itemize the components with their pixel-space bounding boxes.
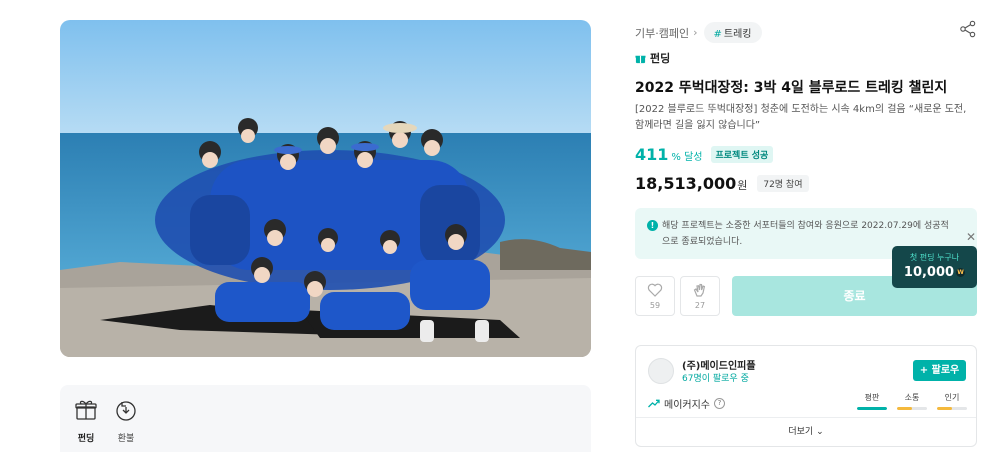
help-icon[interactable]: ?	[714, 398, 725, 409]
metric-label: 평판	[864, 393, 880, 402]
achievement-rate: 411 % 달성 프로젝트 성공	[635, 145, 774, 165]
project-type-label: 펀딩	[650, 52, 671, 65]
gift-icon	[635, 55, 646, 63]
more-label: 더보기	[788, 427, 814, 437]
heart-icon	[647, 283, 663, 297]
funding-amount: 18,513,000 원 72명 참여	[635, 174, 809, 194]
coin-icon: W	[956, 268, 966, 277]
metric-bar	[937, 407, 967, 410]
project-title: 2022 뚜벅대장정: 3박 4일 블루로드 트레킹 챌린지	[635, 80, 948, 96]
maker-card: (주)메이드인피플 67명이 팔로우 중 + 팔로우 메이커지수 ? 평판 소통…	[635, 345, 977, 447]
like-count: 59	[649, 301, 661, 310]
metric-popularity: 인기	[937, 392, 967, 410]
metric-fill	[897, 407, 912, 410]
cheer-count: 27	[694, 301, 706, 310]
clap-icon	[693, 283, 706, 297]
tag-pill[interactable]: # 트레킹	[703, 22, 762, 43]
gift-icon	[74, 398, 98, 422]
cheer-button[interactable]: 27	[680, 276, 720, 316]
metric-fill	[857, 407, 887, 410]
avatar[interactable]	[648, 358, 674, 384]
info-icon: !	[647, 220, 658, 231]
hash-icon: #	[713, 29, 722, 40]
status-badge: 프로젝트 성공	[710, 146, 774, 163]
achievement-rate-unit: % 달성	[671, 152, 703, 163]
chevron-down-icon: ⌄	[813, 427, 824, 437]
maker-index: 메이커지수 ?	[648, 396, 725, 411]
first-funding-amount: 10,000	[903, 265, 955, 280]
close-icon[interactable]: ✕	[966, 230, 976, 244]
tab-funding-label: 펀딩	[77, 434, 95, 444]
share-icon[interactable]	[959, 20, 977, 38]
project-hero-image	[60, 20, 591, 357]
achievement-rate-value: 411	[635, 145, 669, 164]
first-funding-tooltip[interactable]: 첫 펀딩 누구나 10,000 W	[892, 246, 977, 288]
metric-fill	[937, 407, 952, 410]
chevron-right-icon: ›	[693, 26, 698, 39]
first-funding-label: 첫 펀딩 누구나	[909, 253, 960, 262]
maker-index-label: 메이커지수	[664, 400, 710, 411]
reward-tabs-panel: 펀딩 환불	[60, 385, 591, 452]
breadcrumb: 기부·캠페인 › # 트레킹	[635, 22, 762, 43]
tab-refund-label: 환불	[117, 434, 135, 444]
more-button[interactable]: 더보기 ⌄	[636, 417, 976, 446]
project-type: 펀딩	[635, 50, 670, 66]
tag-label: 트레킹	[723, 29, 752, 40]
maker-followers: 67명이 팔로우 중	[682, 374, 749, 384]
funding-amount-value: 18,513,000	[635, 174, 737, 193]
funding-amount-unit: 원	[737, 179, 748, 192]
metric-reputation: 평판	[857, 392, 887, 410]
trend-up-icon	[648, 399, 660, 408]
metric-label: 인기	[944, 393, 960, 402]
tab-funding[interactable]: 펀딩	[66, 398, 106, 444]
metric-label: 소통	[904, 393, 920, 402]
breadcrumb-category[interactable]: 기부·캠페인	[635, 25, 689, 41]
metric-bar	[857, 407, 887, 410]
follow-button[interactable]: + 팔로우	[913, 360, 966, 381]
metric-communication: 소통	[897, 392, 927, 410]
participants-badge: 72명 참여	[757, 175, 809, 192]
maker-name[interactable]: (주)메이드인피플	[682, 357, 756, 372]
metric-bar	[897, 407, 927, 410]
tab-refund[interactable]: 환불	[106, 398, 146, 444]
refund-icon	[114, 398, 138, 422]
project-description: [2022 블루로드 뚜벅대장정] 청춘에 도전하는 시속 4km의 걸음 “새…	[635, 104, 967, 131]
like-button[interactable]: 59	[635, 276, 675, 316]
